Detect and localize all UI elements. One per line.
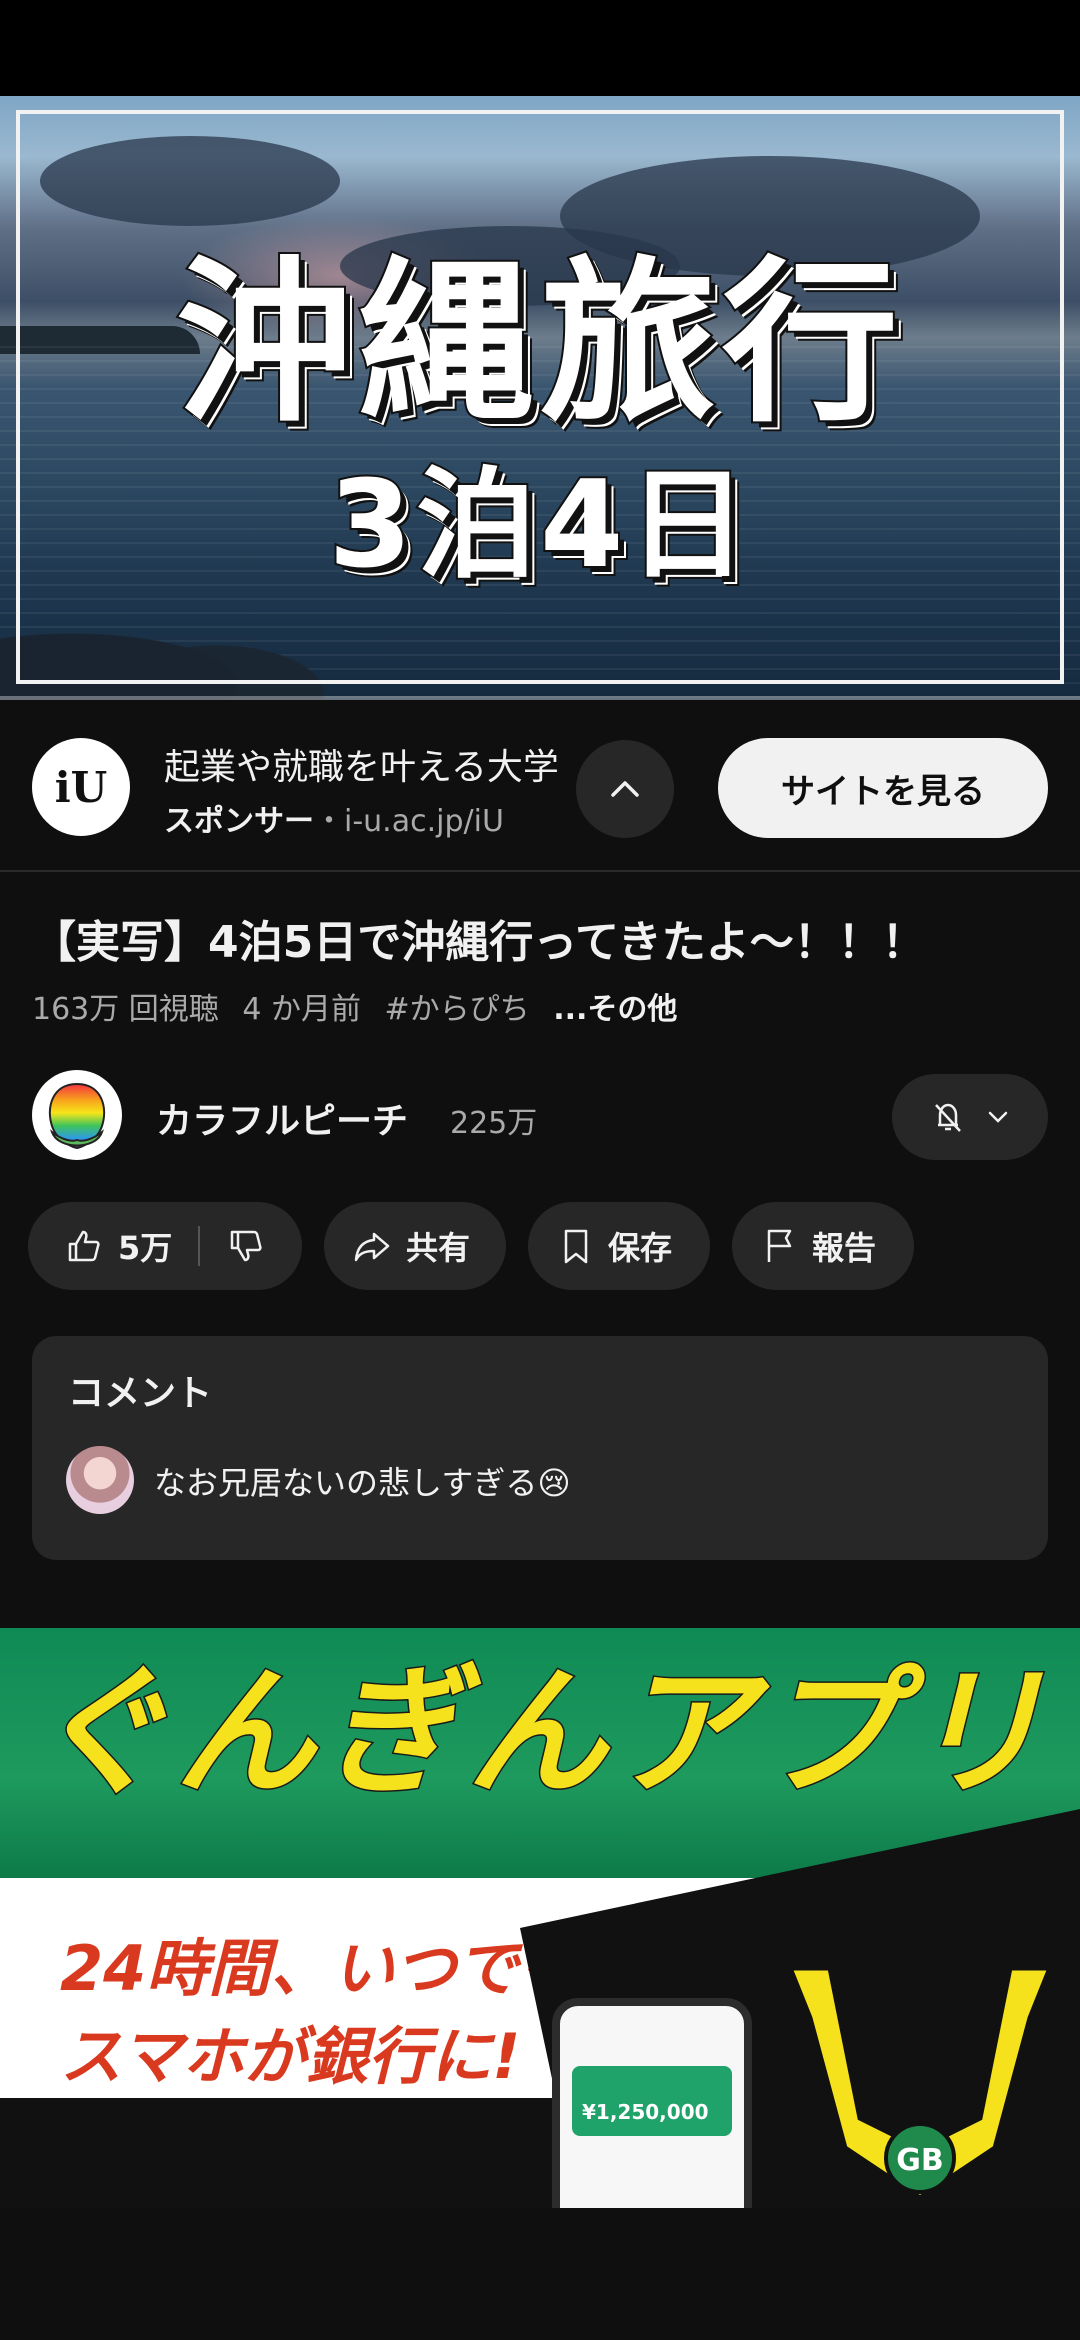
save-label: 保存 bbox=[608, 1229, 673, 1267]
comments-heading: コメント bbox=[68, 1373, 213, 1414]
report-label: 報告 bbox=[812, 1229, 877, 1267]
video-meta[interactable]: 163万 回視聴 4 か月前 #からぴち ...その他 bbox=[32, 984, 691, 1028]
more-link[interactable]: ...その他 bbox=[553, 992, 677, 1027]
channel-avatar[interactable] bbox=[32, 1070, 122, 1160]
bell-off-icon bbox=[935, 1103, 961, 1132]
hashtag-link[interactable]: #からぴち bbox=[385, 992, 530, 1027]
share-button[interactable]: 共有 bbox=[324, 1202, 506, 1290]
peach-icon bbox=[48, 1082, 106, 1150]
share-icon bbox=[354, 1232, 390, 1262]
ad-banner[interactable]: ぐんぎんアプリ 24時間、いつでも・どこでも スマホが銀行に! ¥1,250,0… bbox=[0, 1628, 1080, 2208]
ad-tagline-2: スマホが銀行に! bbox=[60, 2020, 521, 2093]
sponsor-logo: iU bbox=[32, 738, 130, 836]
status-bar bbox=[0, 0, 1080, 96]
notification-bell-button[interactable] bbox=[892, 1074, 1048, 1160]
thumbs-up-icon[interactable] bbox=[64, 1226, 104, 1266]
sponsor-separator: ・ bbox=[314, 804, 344, 839]
save-button[interactable]: 保存 bbox=[528, 1202, 710, 1290]
video-title[interactable]: 【実写】4泊5日で沖縄行ってきたよ〜！！！ bbox=[32, 906, 1052, 970]
sponsor-label: スポンサー bbox=[164, 804, 314, 839]
phone-balance-card: ¥1,250,000 bbox=[572, 2066, 732, 2136]
sponsor-subline: スポンサー・i-u.ac.jp/iU bbox=[164, 796, 564, 840]
video-overlay-subtitle: 3泊4日 bbox=[327, 456, 752, 595]
like-dislike-pill[interactable]: 5万 bbox=[28, 1202, 302, 1290]
chevron-up-icon bbox=[611, 781, 639, 797]
sponsor-url: i-u.ac.jp/iU bbox=[344, 804, 504, 839]
commenter-avatar bbox=[66, 1446, 134, 1514]
collapse-button[interactable] bbox=[576, 740, 674, 838]
bookmark-icon bbox=[564, 1229, 588, 1264]
subscriber-count: 225万 bbox=[450, 1106, 538, 1141]
top-comment-text: なお兄居ないの悲しすぎる😢 bbox=[154, 1464, 571, 1502]
ad-headline: ぐんぎんアプリ bbox=[27, 1652, 1051, 1815]
report-button[interactable]: 報告 bbox=[732, 1202, 914, 1290]
watch-content: iU 起業や就職を叶える大学 スポンサー・i-u.ac.jp/iU サイトを見る… bbox=[0, 700, 1080, 2208]
video-player[interactable]: 沖縄旅行 3泊4日 bbox=[0, 96, 1080, 700]
like-count: 5万 bbox=[118, 1229, 173, 1267]
system-nav-bar bbox=[0, 2208, 1080, 2340]
video-overlay-title: 沖縄旅行 bbox=[174, 241, 904, 446]
helmet-crest-icon: GB bbox=[786, 1965, 1054, 2202]
visit-site-button[interactable]: サイトを見る bbox=[718, 738, 1048, 838]
view-count: 163万 回視聴 bbox=[32, 992, 219, 1027]
action-bar: 5万 共有 保存 報告 bbox=[28, 1202, 1068, 1292]
upload-age: 4 か月前 bbox=[242, 992, 361, 1027]
thumbs-down-icon[interactable] bbox=[226, 1226, 266, 1266]
channel-row[interactable]: カラフルピーチ 225万 bbox=[0, 1066, 1080, 1166]
ad-badge-text: GB bbox=[896, 2143, 944, 2178]
sponsor-title: 起業や就職を叶える大学 bbox=[164, 747, 559, 788]
flag-icon bbox=[767, 1229, 792, 1262]
sponsor-banner[interactable]: iU 起業や就職を叶える大学 スポンサー・i-u.ac.jp/iU サイトを見る bbox=[0, 700, 1080, 872]
channel-name[interactable]: カラフルピーチ bbox=[156, 1092, 408, 1144]
chevron-down-icon bbox=[988, 1111, 1008, 1123]
phone-illustration: ¥1,250,000 bbox=[552, 1998, 752, 2208]
share-label: 共有 bbox=[406, 1229, 471, 1267]
comments-teaser[interactable]: コメント なお兄居ないの悲しすぎる😢 bbox=[32, 1336, 1048, 1560]
like-divider bbox=[198, 1226, 201, 1266]
